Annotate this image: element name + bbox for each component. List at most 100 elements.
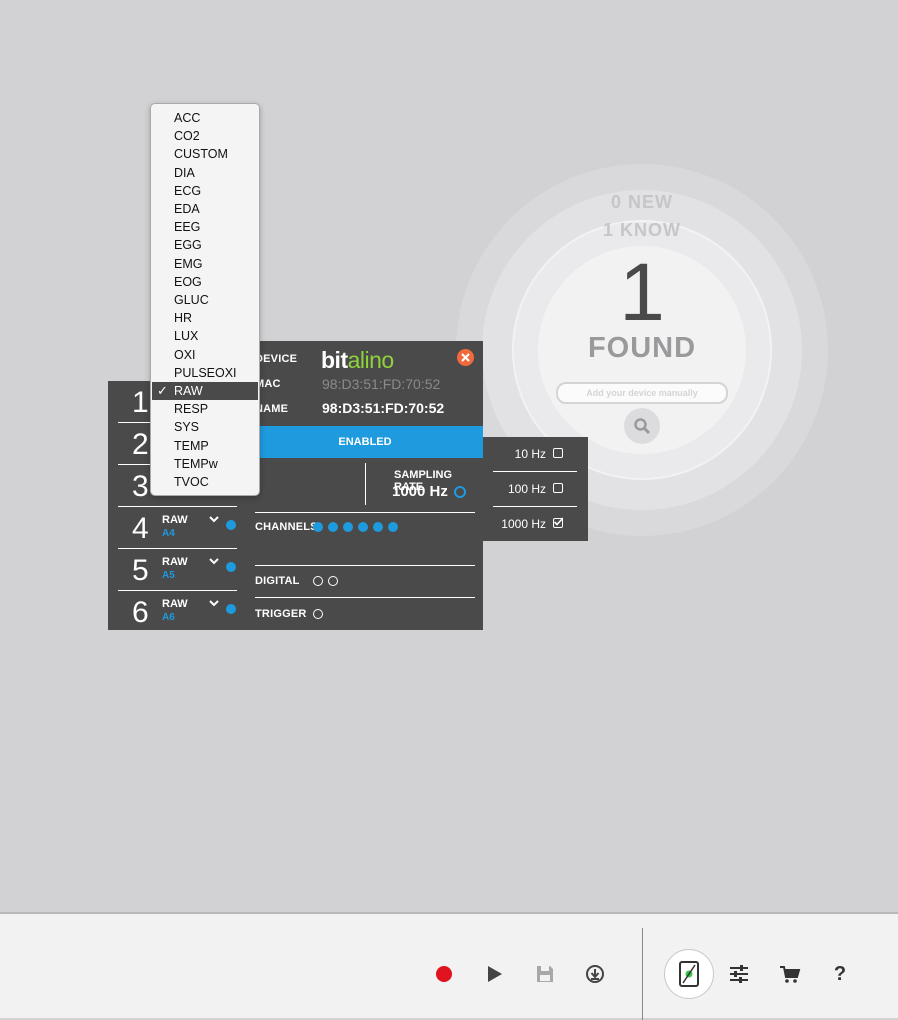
device-manager-button[interactable] (664, 949, 714, 999)
sampling-rate-dropdown: 10 Hz 100 Hz 1000 Hz (474, 437, 588, 542)
settings-icon (730, 965, 748, 983)
menu-item[interactable]: TEMP (152, 437, 258, 455)
menu-item[interactable]: ECG (152, 182, 258, 200)
save-icon (537, 966, 553, 982)
channel-dot[interactable] (358, 522, 368, 532)
menu-item[interactable]: CO2 (152, 127, 258, 145)
digital-dot[interactable] (328, 576, 338, 586)
enabled-toggle[interactable]: ENABLED (247, 426, 483, 458)
menu-item-selected[interactable]: ✓ RAW (152, 382, 258, 400)
menu-item[interactable]: EOG (152, 273, 258, 291)
menu-item[interactable]: LUX (152, 327, 258, 345)
play-button[interactable] (483, 962, 507, 986)
channel-type: RAW (162, 598, 188, 610)
help-button[interactable]: ? (828, 962, 852, 986)
clock-icon[interactable] (454, 486, 466, 498)
channel-type-menu: ACC CO2 CUSTOM DIA ECG EDA EEG EGG EMG E… (150, 103, 260, 496)
menu-item[interactable]: OXI (152, 346, 258, 364)
channel-port: A6 (162, 612, 175, 623)
checkmark-icon: ✓ (157, 383, 168, 398)
device-icon (679, 961, 699, 987)
name-value[interactable]: 98:D3:51:FD:70:52 (322, 400, 444, 416)
menu-item-label: RAW (174, 384, 203, 398)
add-device-manually-input[interactable]: Add your device manually (556, 382, 728, 404)
play-icon (488, 966, 502, 982)
mac-value: 98:D3:51:FD:70:52 (322, 376, 441, 392)
channel-dot[interactable] (373, 522, 383, 532)
channel-dot[interactable] (388, 522, 398, 532)
channel-type: RAW (162, 514, 188, 526)
menu-item[interactable]: EGG (152, 236, 258, 254)
channel-dot[interactable] (328, 522, 338, 532)
divider (365, 463, 366, 505)
chevron-down-icon[interactable] (208, 555, 220, 567)
save-button[interactable] (533, 962, 557, 986)
logo-alino: alino (347, 347, 395, 373)
channel-port: A4 (162, 528, 175, 539)
toolbar-divider (642, 928, 643, 1020)
checkbox-checked-icon[interactable] (553, 517, 563, 528)
digital-dot[interactable] (313, 576, 323, 586)
menu-item[interactable]: TEMPw (152, 455, 258, 473)
channel-row[interactable]: 6 RAW A6 (118, 591, 237, 632)
menu-item[interactable]: EEG (152, 218, 258, 236)
sampling-rate-value[interactable]: 1000 Hz (392, 483, 448, 500)
menu-item[interactable]: CUSTOM (152, 145, 258, 163)
settings-button[interactable] (727, 962, 751, 986)
checkbox-icon[interactable] (553, 483, 563, 493)
channel-row[interactable]: 4 RAW A4 (118, 507, 237, 549)
menu-item[interactable]: TVOC (152, 473, 258, 491)
checkbox-icon[interactable] (553, 448, 563, 458)
download-button[interactable] (583, 962, 607, 986)
divider (255, 512, 475, 513)
cart-icon (780, 966, 801, 983)
channel-enabled-dot[interactable] (226, 604, 236, 614)
menu-item[interactable]: GLUC (152, 291, 258, 309)
digital-label: DIGITAL (255, 575, 300, 587)
found-count: 1 (619, 247, 665, 338)
found-label: FOUND (587, 332, 697, 364)
logo-bit: bit (321, 347, 348, 373)
menu-item[interactable]: ACC (152, 109, 258, 127)
trigger-dot[interactable] (313, 609, 323, 619)
channel-enabled-dot[interactable] (226, 520, 236, 530)
download-icon (586, 965, 604, 983)
rate-option-1000hz[interactable]: 1000 Hz (483, 507, 588, 542)
rate-option-label: 10 Hz (514, 447, 546, 461)
record-icon (436, 966, 452, 982)
menu-item[interactable]: HR (152, 309, 258, 327)
menu-item[interactable]: PULSEOXI (152, 364, 258, 382)
channel-dot[interactable] (343, 522, 353, 532)
channel-number: 1 (132, 386, 149, 419)
divider (255, 565, 475, 566)
menu-item[interactable]: SYS (152, 418, 258, 436)
record-button[interactable] (432, 962, 456, 986)
channel-number: 5 (132, 554, 149, 587)
rate-option-10hz[interactable]: 10 Hz (483, 437, 588, 472)
rate-option-label: 100 Hz (507, 482, 546, 496)
trigger-label: TRIGGER (255, 608, 307, 620)
rate-option-label: 1000 Hz (501, 517, 546, 531)
channel-dot[interactable] (313, 522, 323, 532)
menu-item[interactable]: RESP (152, 400, 258, 418)
chevron-down-icon[interactable] (208, 513, 220, 525)
known-devices-label: 1 KNOW (603, 220, 681, 240)
menu-item[interactable]: EDA (152, 200, 258, 218)
device-panel: DEVICE bitalino MAC 98:D3:51:FD:70:52 NA… (247, 341, 483, 630)
menu-item[interactable]: EMG (152, 255, 258, 273)
bottom-toolbar: ? (0, 912, 898, 1020)
close-button[interactable] (457, 349, 474, 366)
divider (255, 597, 475, 598)
cart-button[interactable] (778, 962, 802, 986)
close-icon (461, 353, 470, 362)
search-button[interactable] (624, 408, 660, 444)
popup-notch (474, 481, 483, 499)
channel-number: 6 (132, 596, 149, 629)
channel-number: 3 (132, 470, 149, 503)
channel-row[interactable]: 5 RAW A5 (118, 549, 237, 591)
channel-type: RAW (162, 556, 188, 568)
chevron-down-icon[interactable] (208, 597, 220, 609)
channel-enabled-dot[interactable] (226, 562, 236, 572)
menu-item[interactable]: DIA (152, 164, 258, 182)
rate-option-100hz[interactable]: 100 Hz (483, 472, 588, 507)
